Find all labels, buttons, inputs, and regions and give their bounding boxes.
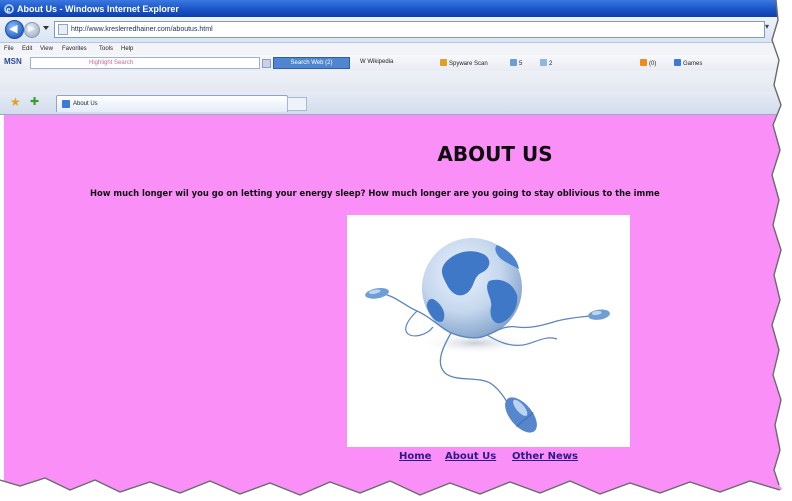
nav-home-link[interactable]: Home [399, 451, 431, 462]
toolbar-spacer [0, 71, 792, 92]
intro-text: How much longer wil you go on letting yo… [90, 188, 660, 198]
page-content: ABOUT US How much longer wil you go on l… [4, 115, 792, 501]
games-icon [674, 59, 681, 66]
menu-view[interactable]: View [40, 46, 53, 52]
menu-bar: File Edit View Favorites Tools Help [0, 43, 792, 55]
feeds-count: (0) [649, 61, 657, 67]
msn-search-text: Highlight Search [89, 60, 134, 66]
address-row: ◀ ▶ http://www.kreslerredhainer.com/abou… [0, 17, 792, 43]
home-icon[interactable]: ⌂ [780, 95, 787, 108]
history-dropdown-icon[interactable] [43, 26, 49, 30]
msn-search-options-icon[interactable] [262, 59, 271, 68]
forward-arrow-icon: ▶ [28, 24, 35, 34]
menu-favorites[interactable]: Favorites [62, 46, 87, 52]
favorites-star-icon[interactable]: ★ [10, 95, 21, 109]
spyware-label: Spyware Scan [449, 61, 488, 67]
rss-icon [640, 59, 647, 66]
title-bar: e About Us - Windows Internet Explorer [0, 0, 792, 17]
page-heading: ABOUT US [437, 142, 553, 166]
menu-edit[interactable]: Edit [22, 46, 32, 52]
ie-logo-icon: e [4, 3, 14, 14]
back-arrow-icon: ◀ [9, 22, 18, 35]
address-field[interactable]: http://www.kreslerredhainer.com/aboutus.… [54, 21, 765, 38]
toolbar-games[interactable]: Games [674, 59, 702, 67]
chart-icon [540, 59, 547, 66]
toolbar-feeds[interactable]: (0) [640, 59, 656, 67]
tab-about-us[interactable]: About Us [56, 95, 288, 112]
toolbar-mail[interactable]: 5 [510, 59, 522, 67]
bars-count: 2 [549, 61, 553, 67]
spyware-icon [440, 59, 447, 66]
page-icon [58, 24, 68, 35]
tab-label: About Us [73, 101, 98, 107]
toolbar-bars[interactable]: 2 [540, 59, 552, 67]
msn-search-input[interactable]: Highlight Search [30, 57, 260, 69]
toolbar-wikipedia[interactable]: W Wikipedia [360, 59, 393, 65]
forward-button[interactable]: ▶ [24, 22, 40, 38]
toolbar-spyware-scan[interactable]: Spyware Scan [440, 59, 488, 67]
back-button[interactable]: ◀ [5, 20, 24, 39]
new-tab-button[interactable] [287, 97, 307, 111]
address-url: http://www.kreslerredhainer.com/aboutus.… [71, 26, 213, 33]
globe-network-image [347, 215, 630, 447]
window-title: About Us - Windows Internet Explorer [17, 3, 179, 14]
nav-about-us-link[interactable]: About Us [445, 451, 496, 462]
menu-tools[interactable]: Tools [99, 46, 113, 52]
mail-icon [510, 59, 517, 66]
favorites-bar: ★ ✚ About Us ⌂ [0, 92, 792, 115]
msn-toolbar: MSN Highlight Search Search Web (2) W Wi… [0, 55, 792, 72]
msn-search-button[interactable]: Search Web (2) [273, 57, 350, 69]
menu-file[interactable]: File [4, 46, 14, 52]
mail-count: 5 [519, 61, 523, 67]
svg-text:e: e [7, 7, 11, 14]
nav-other-news-link[interactable]: Other News [512, 451, 578, 462]
refresh-icon[interactable]: ↻ [776, 21, 784, 31]
tab-page-icon [62, 100, 70, 108]
menu-help[interactable]: Help [121, 46, 133, 52]
add-favorite-icon[interactable]: ✚ [30, 95, 39, 108]
address-dropdown-icon[interactable]: ▾ [765, 22, 769, 31]
games-label: Games [683, 61, 703, 67]
msn-logo: MSN [4, 57, 22, 66]
browser-window: e About Us - Windows Internet Explorer ◀… [0, 0, 792, 501]
